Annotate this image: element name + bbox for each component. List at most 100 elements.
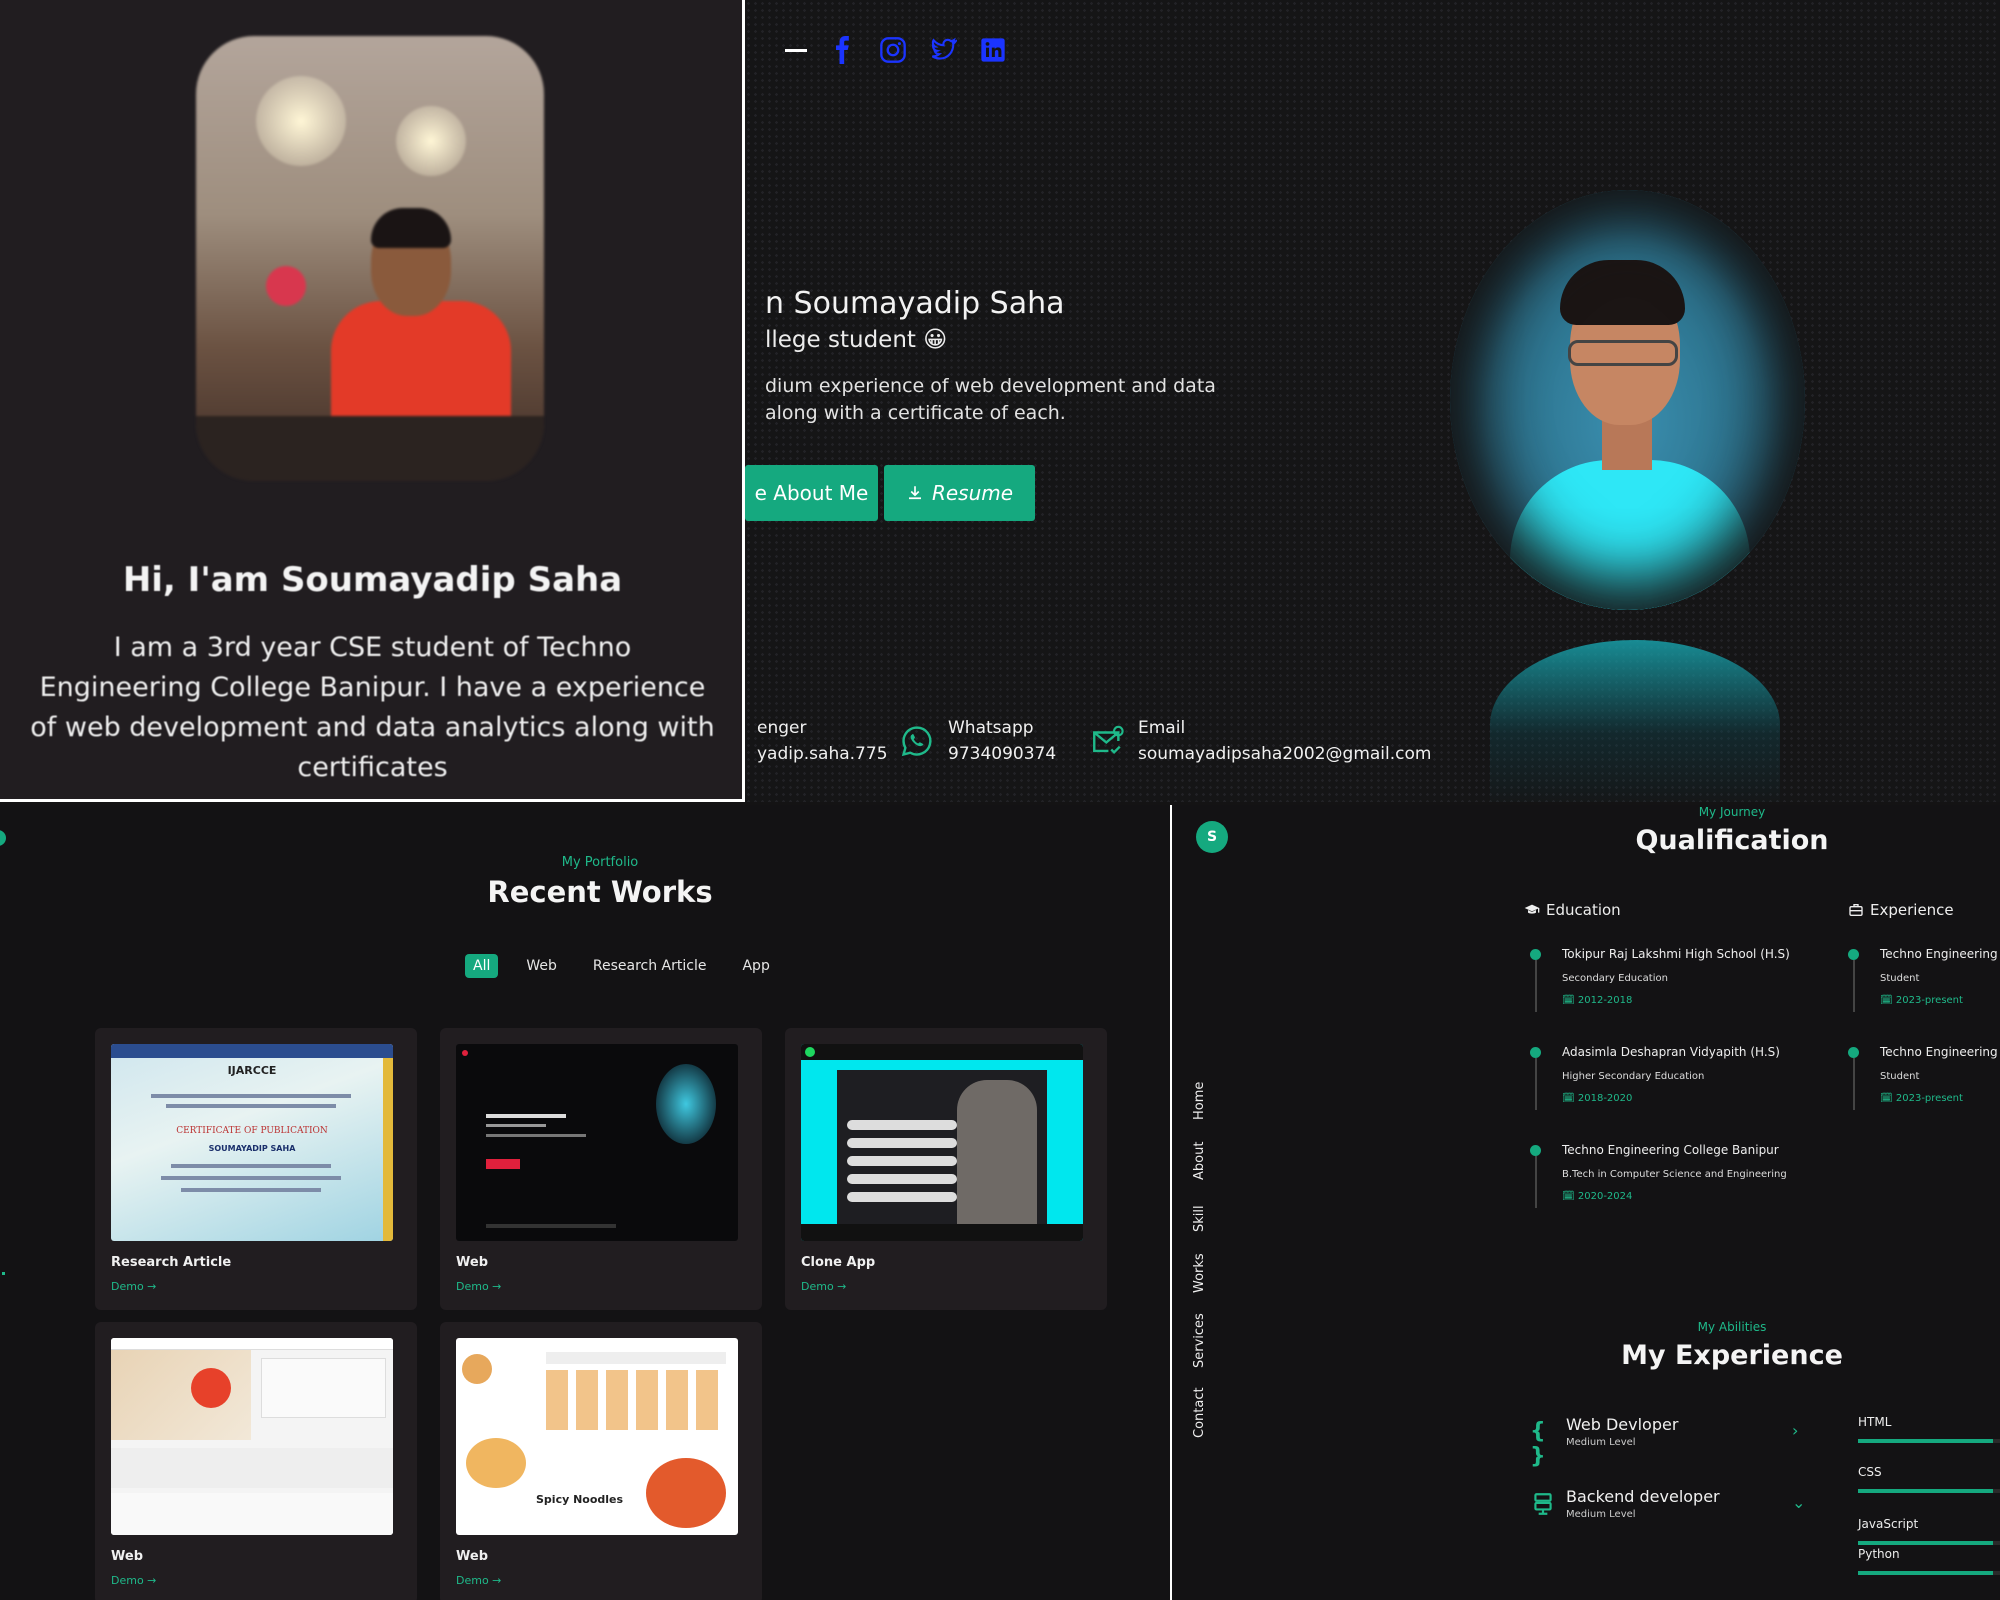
category-name: Backend developer [1566, 1487, 1720, 1506]
food-site-thumbnail: Spicy Noodles [456, 1338, 738, 1535]
mail-check-icon [1090, 724, 1124, 758]
skill-name: JavaScript [1858, 1517, 1919, 1531]
work-card-title: Web [111, 1549, 143, 1564]
certificate-thumbnail: IJARCCE CERTIFICATE OF PUBLICATION SOUMA… [111, 1044, 393, 1241]
facebook-icon[interactable] [829, 36, 857, 64]
nav-contact[interactable]: Contact [1192, 1387, 1207, 1438]
briefcase-icon [1848, 902, 1864, 918]
work-card-title: Web [456, 1255, 488, 1270]
social-divider [785, 48, 807, 52]
contact-label: enger [757, 718, 807, 738]
grocery-site-thumbnail [111, 1338, 393, 1535]
education-item: Adasimla Deshapran Vidyapith (H.S) Highe… [1530, 1045, 1790, 1115]
nav-services[interactable]: Services [1192, 1313, 1207, 1368]
nav-works[interactable]: Works [1192, 1253, 1207, 1293]
demo-link[interactable]: Demo → [111, 1280, 156, 1293]
nav-badge-partial[interactable] [0, 830, 6, 846]
qualification-section: S Home About Skill Works Services Contac… [1172, 805, 2000, 1600]
contact-email[interactable]: Email soumayadipsaha2002@gmail.com [1090, 718, 1431, 764]
contact-value: 9734090374 [948, 744, 1057, 764]
chevron-down-icon[interactable]: ⌄ [1792, 1493, 1805, 1512]
work-card-title: Research Article [111, 1255, 232, 1270]
skill-item: HTML [1858, 1415, 2000, 1443]
tab-education[interactable]: Education [1524, 901, 1621, 919]
work-card: Web Demo → [440, 1028, 762, 1310]
cert-title: CERTIFICATE OF PUBLICATION [176, 1126, 328, 1136]
chevron-right-icon[interactable]: › [1792, 1421, 1798, 1440]
school-name: Adasimla Deshapran Vidyapith (H.S) [1562, 1045, 1780, 1059]
linkedin-icon[interactable] [979, 36, 1007, 64]
graduation-cap-icon [1524, 902, 1540, 918]
education-item: Techno Engineering College Banipur B.Tec… [1530, 1143, 1790, 1213]
category-level: Medium Level [1566, 1509, 1636, 1520]
logo-badge[interactable]: S [1196, 821, 1228, 853]
demo-link[interactable]: Demo → [801, 1280, 846, 1293]
education-label: Education [1546, 901, 1621, 919]
portfolio-site-thumbnail [456, 1044, 738, 1241]
tab-experience[interactable]: Experience [1848, 901, 1954, 919]
twitter-icon[interactable] [929, 36, 957, 64]
school-name: Tokipur Raj Lakshmi High School (H.S) [1562, 947, 1790, 961]
intro-description: I am a 3rd year CSE student of Techno En… [30, 632, 715, 783]
skill-name: CSS [1858, 1465, 1882, 1479]
contact-label: Email [1138, 718, 1186, 738]
resume-button[interactable]: Resume [884, 465, 1035, 521]
portfolio-subtitle: My Portfolio [561, 855, 639, 870]
skill-name: Python [1858, 1547, 1900, 1561]
education-level: Higher Secondary Education [1562, 1071, 1705, 1082]
contact-messenger[interactable]: enger yadip.saha.775 [757, 718, 888, 764]
skill-bar-fill [1858, 1439, 1993, 1443]
experience-item: Techno Engineering Student 🗓 2023-presen… [1848, 1045, 2000, 1115]
nav-about[interactable]: About [1192, 1142, 1207, 1180]
experience-years: 🗓 2023-present [1880, 995, 1963, 1006]
filter-app[interactable]: App [734, 954, 777, 978]
instagram-icon[interactable] [879, 36, 907, 64]
more-about-me-button[interactable]: e About Me [745, 465, 878, 521]
filter-web[interactable]: Web [518, 954, 565, 978]
education-item: Tokipur Raj Lakshmi High School (H.S) Se… [1530, 947, 1790, 1017]
contact-value: soumayadipsaha2002@gmail.com [1138, 744, 1432, 764]
nav-home[interactable]: Home [1192, 1082, 1207, 1120]
nav-skill[interactable]: Skill [1192, 1205, 1207, 1232]
contact-label: Whatsapp [948, 718, 1034, 738]
demo-link[interactable]: Demo → [456, 1280, 501, 1293]
skill-bar-fill [1858, 1489, 1993, 1493]
hero-description: dium experience of web development and d… [765, 373, 1235, 427]
category-level: Medium Level [1566, 1437, 1636, 1448]
work-card-title: Clone App [801, 1255, 876, 1270]
skill-name: HTML [1858, 1415, 1892, 1429]
hero-name: n Soumayadip Saha [765, 286, 1065, 321]
skill-category-backend[interactable]: Backend developer Medium Level ⌄ [1530, 1487, 1810, 1537]
skill-bar [1858, 1489, 2000, 1493]
demo-link[interactable]: Demo → [456, 1574, 501, 1587]
skill-bar [1858, 1439, 2000, 1443]
demo-link[interactable]: Demo → [111, 1574, 156, 1587]
work-card: IJARCCE CERTIFICATE OF PUBLICATION SOUMA… [95, 1028, 417, 1310]
skill-item: JavaScript [1858, 1517, 2000, 1545]
server-icon [1530, 1491, 1558, 1519]
skill-category-web[interactable]: { } Web Devloper Medium Level › [1530, 1415, 1810, 1469]
hero-photo-reflection [1490, 640, 1780, 802]
skill-item: Python [1858, 1547, 2000, 1575]
portfolio-section: My Portfolio Recent Works All Web Resear… [0, 805, 1172, 1600]
skill-bar [1858, 1541, 2000, 1545]
hero-description-line: dium experience of web development and d… [765, 375, 1216, 397]
experience-years: 🗓 2023-present [1880, 1093, 1963, 1104]
experience-label: Experience [1870, 901, 1954, 919]
portfolio-title: Recent Works [487, 875, 713, 909]
experience-place: Techno Engineering [1880, 1045, 1998, 1059]
hero-photo [1450, 190, 1805, 610]
experience-item: Techno Engineering Student 🗓 2023-presen… [1848, 947, 2000, 1017]
experience-place: Techno Engineering [1880, 947, 1998, 961]
work-card: Spicy Noodles Web Demo → [440, 1322, 762, 1600]
hero-description-line: along with a certificate of each. [765, 402, 1066, 424]
clone-app-thumbnail [801, 1044, 1083, 1241]
education-years: 🗓 2020-2024 [1562, 1191, 1633, 1202]
filter-research-article[interactable]: Research Article [585, 954, 715, 978]
education-years: 🗓 2018-2020 [1562, 1093, 1633, 1104]
contact-whatsapp[interactable]: Whatsapp 9734090374 [900, 718, 1056, 764]
education-years: 🗓 2012-2018 [1562, 995, 1633, 1006]
experience-role: Student [1880, 1071, 1920, 1082]
filter-all[interactable]: All [465, 954, 499, 978]
cert-name: SOUMAYADIP SAHA [208, 1144, 296, 1153]
